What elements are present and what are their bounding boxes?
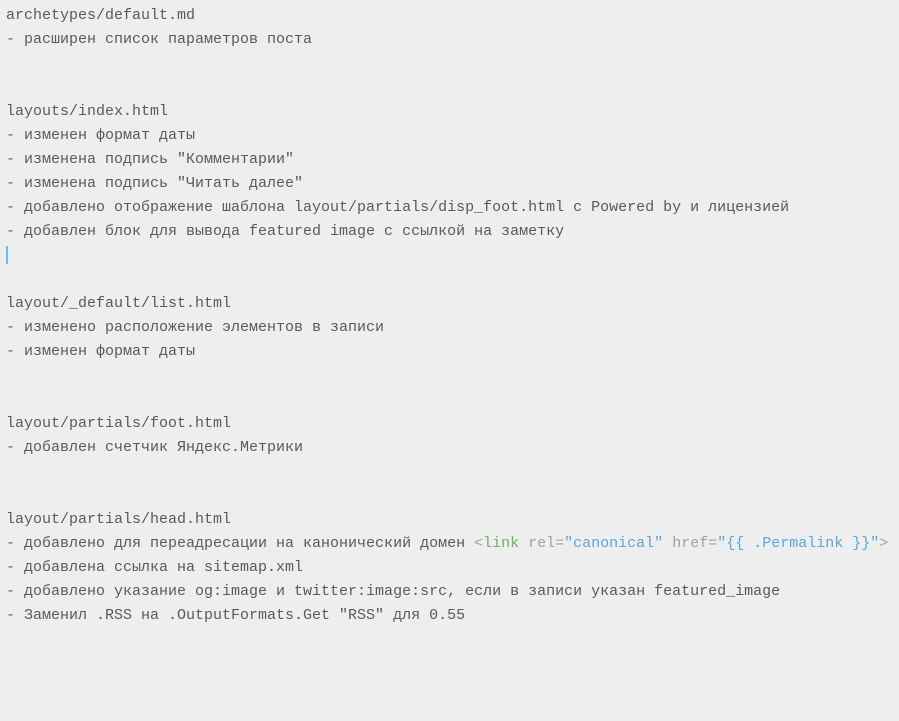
code-line: - добавлена ссылка на sitemap.xml <box>6 556 893 580</box>
blank-line <box>6 364 893 388</box>
section-header: layouts/index.html <box>6 100 893 124</box>
html-tag: link <box>483 535 519 552</box>
section-header: layout/partials/head.html <box>6 508 893 532</box>
code-line: - расширен список параметров поста <box>6 28 893 52</box>
code-line: - добавлено отображение шаблона layout/p… <box>6 196 893 220</box>
code-line: - изменено расположение элементов в запи… <box>6 316 893 340</box>
blank-line <box>6 388 893 412</box>
code-line: - изменен формат даты <box>6 340 893 364</box>
html-bracket: > <box>879 535 888 552</box>
html-equals: = <box>708 535 717 552</box>
html-attr-value: "{{ .Permalink }}" <box>717 535 879 552</box>
code-editor-content[interactable]: archetypes/default.md- расширен список п… <box>6 4 893 628</box>
code-line: - добавлен блок для вывода featured imag… <box>6 220 893 244</box>
text-cursor <box>6 246 8 264</box>
section-header: archetypes/default.md <box>6 4 893 28</box>
section-header: layout/partials/foot.html <box>6 412 893 436</box>
blank-line <box>6 268 893 292</box>
blank-line <box>6 460 893 484</box>
section-header: layout/_default/list.html <box>6 292 893 316</box>
code-line: - изменена подпись "Читать далее" <box>6 172 893 196</box>
code-line: - добавлено указание og:image и twitter:… <box>6 580 893 604</box>
code-line: - добавлено для переадресации на канонич… <box>6 532 893 556</box>
html-attr-name: rel <box>528 535 555 552</box>
code-line: - Заменил .RSS на .OutputFormats.Get "RS… <box>6 604 893 628</box>
code-line: - изменен формат даты <box>6 124 893 148</box>
blank-line <box>6 52 893 76</box>
html-equals: = <box>555 535 564 552</box>
blank-line <box>6 76 893 100</box>
code-line: - изменена подпись "Комментарии" <box>6 148 893 172</box>
code-line: - добавлен счетчик Яндекс.Метрики <box>6 436 893 460</box>
cursor-line <box>6 244 893 268</box>
html-bracket: < <box>474 535 483 552</box>
blank-line <box>6 484 893 508</box>
html-attr-value: "canonical" <box>564 535 663 552</box>
html-attr-name: href <box>672 535 708 552</box>
